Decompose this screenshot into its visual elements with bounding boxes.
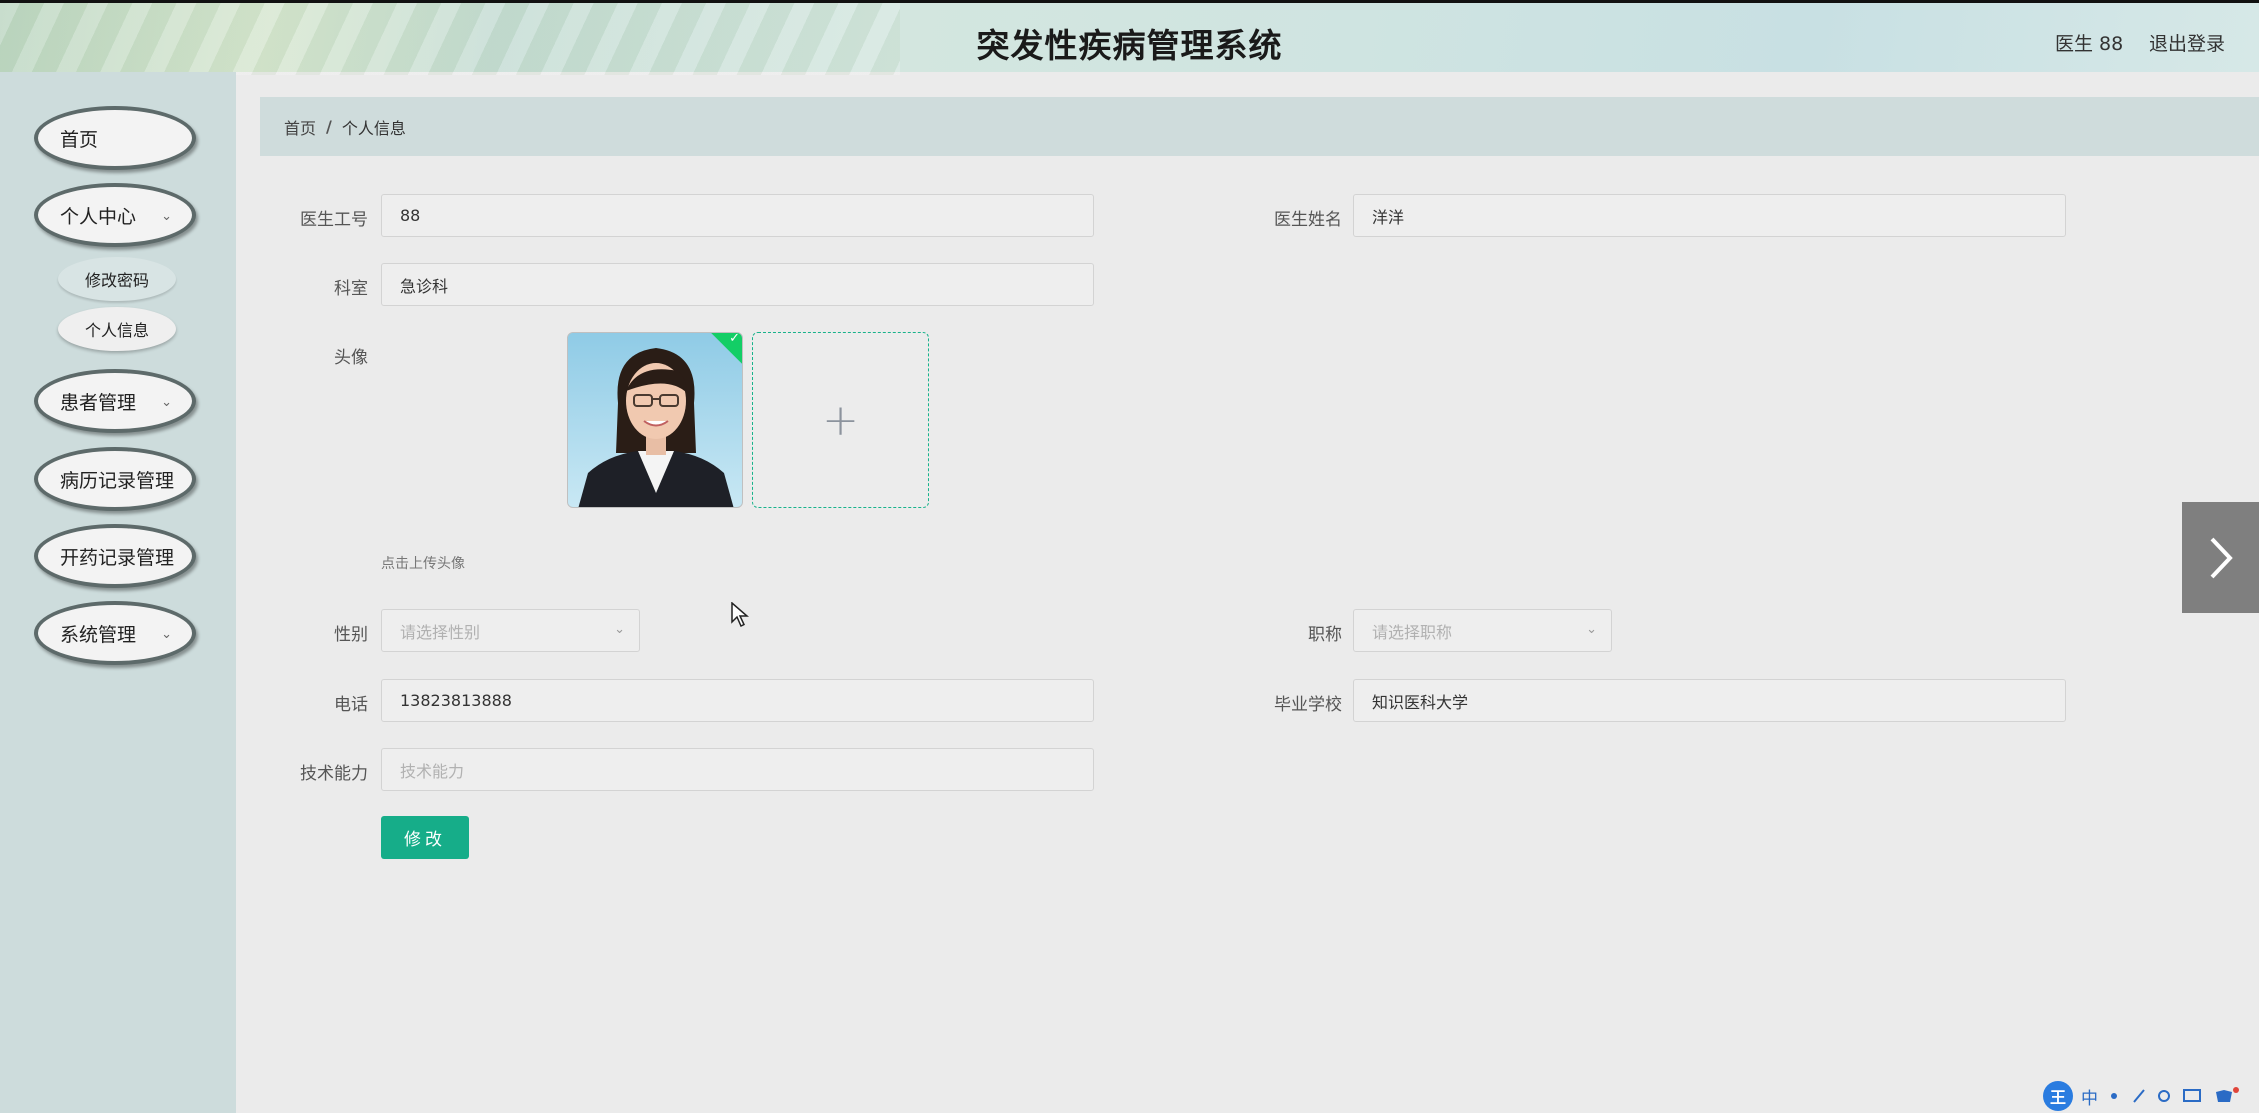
sidebar-item-label: 首页: [60, 128, 99, 151]
department-label: 科室: [334, 279, 368, 299]
school-label: 毕业学校: [1274, 695, 1342, 715]
technical-skill-label: 技术能力: [300, 764, 368, 784]
gender-select-placeholder: 请选择性别: [400, 622, 481, 642]
chevron-down-icon: ⌄: [161, 627, 172, 642]
check-icon: ✓: [729, 332, 741, 347]
app-title: 突发性疾病管理系统: [976, 26, 1283, 65]
ime-toolbar[interactable]: 王 中: [2043, 1079, 2259, 1113]
sidebar: 首页 个人中心 ⌄ 修改密码 个人信息 患者管理 ⌄ 病历记录管理 开药记录管理…: [0, 72, 236, 1113]
sidebar-subitem-label: 个人信息: [84, 321, 149, 340]
breadcrumb: 首页 / 个人信息: [260, 97, 2259, 156]
doctor-portrait: [568, 333, 742, 507]
doctor-id-input[interactable]: 88: [381, 194, 1094, 237]
sidebar-subitem-change-password[interactable]: 修改密码: [58, 257, 176, 301]
sidebar-item-patient-management[interactable]: 患者管理 ⌄: [34, 369, 196, 433]
job-title-select[interactable]: 请选择职称 ⌄: [1353, 609, 1612, 652]
sidebar-item-label: 个人中心: [60, 205, 137, 228]
ime-mode-indicator[interactable]: 中: [2081, 1084, 2098, 1109]
sidebar-item-prescription-management[interactable]: 开药记录管理: [34, 524, 196, 588]
ime-tool-icons: [2111, 1087, 2239, 1103]
avatar-upload-button[interactable]: +: [752, 332, 929, 508]
avatar-image[interactable]: ✓: [567, 332, 743, 508]
current-user: 医生 88: [2055, 33, 2124, 55]
sidebar-item-label: 开药记录管理: [60, 546, 175, 569]
breadcrumb-home[interactable]: 首页: [284, 115, 316, 139]
modify-button[interactable]: 修改: [381, 816, 469, 859]
job-title-select-placeholder: 请选择职称: [1372, 622, 1453, 642]
sidebar-item-label: 系统管理: [60, 623, 137, 646]
chevron-down-icon: ⌄: [1586, 622, 1597, 637]
gender-select[interactable]: 请选择性别 ⌄: [381, 609, 640, 652]
ime-logo-icon: 王: [2043, 1081, 2073, 1111]
job-title-label: 职称: [1308, 625, 1342, 645]
chevron-down-icon: ⌄: [614, 622, 625, 637]
sidebar-item-personal-center[interactable]: 个人中心 ⌄: [34, 183, 196, 247]
avatar-label: 头像: [334, 348, 368, 368]
chevron-down-icon: ⌄: [161, 209, 172, 224]
school-input[interactable]: 知识医科大学: [1353, 679, 2066, 722]
upload-hint: 点击上传头像: [381, 556, 465, 572]
department-input[interactable]: 急诊科: [381, 263, 1094, 306]
mouse-cursor-icon: [731, 602, 749, 628]
sidebar-item-medical-record-management[interactable]: 病历记录管理: [34, 447, 196, 511]
doctor-name-input[interactable]: 洋洋: [1353, 194, 2066, 237]
sidebar-subitem-label: 修改密码: [84, 271, 149, 290]
chevron-down-icon: ⌄: [161, 395, 172, 410]
breadcrumb-current: 个人信息: [341, 118, 406, 138]
gender-label: 性别: [334, 625, 368, 645]
chevron-right-icon: [2210, 537, 2233, 578]
sidebar-item-label: 患者管理: [60, 391, 137, 414]
technical-skill-input[interactable]: 技术能力: [381, 748, 1094, 791]
sidebar-item-home[interactable]: 首页: [34, 106, 196, 170]
sidebar-item-system-management[interactable]: 系统管理 ⌄: [34, 601, 196, 665]
phone-input[interactable]: 13823813888: [381, 679, 1094, 722]
next-page-button[interactable]: [2182, 502, 2259, 613]
doctor-id-label: 医生工号: [300, 210, 368, 230]
sidebar-subitem-personal-info[interactable]: 个人信息: [58, 307, 176, 351]
breadcrumb-separator: /: [326, 117, 332, 136]
doctor-name-label: 医生姓名: [1274, 210, 1342, 230]
phone-label: 电话: [334, 695, 368, 715]
logout-link[interactable]: 退出登录: [2149, 29, 2225, 56]
top-header: 突发性疾病管理系统 医生 88 退出登录: [0, 0, 2259, 75]
sidebar-item-label: 病历记录管理: [60, 469, 175, 492]
plus-icon: +: [822, 394, 859, 446]
